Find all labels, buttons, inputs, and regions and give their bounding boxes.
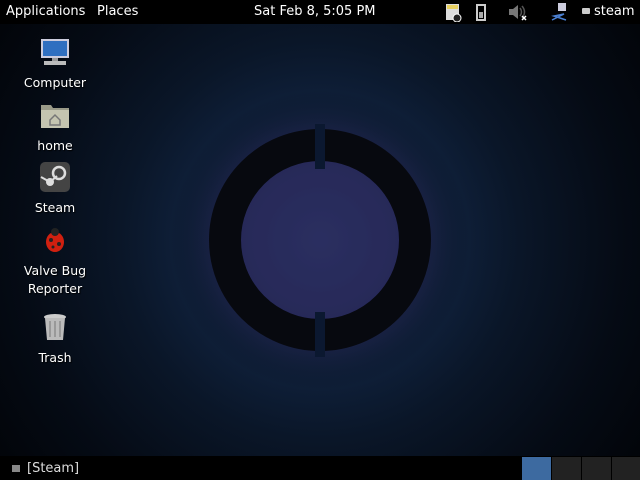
- workspace-4[interactable]: [612, 457, 640, 480]
- clock[interactable]: Sat Feb 8, 5:05 PM: [254, 4, 376, 19]
- desktop-icon-label: Trash: [38, 350, 72, 365]
- workspace-1[interactable]: [522, 457, 551, 480]
- user-menu[interactable]: steam: [594, 4, 635, 19]
- network-icon[interactable]: [550, 2, 568, 22]
- desktop-icon-trash[interactable]: Trash: [15, 311, 95, 365]
- bottom-panel: [Steam]: [0, 456, 640, 480]
- workspace-2[interactable]: [552, 457, 581, 480]
- trash-icon: [44, 314, 66, 340]
- steam-icon: [40, 162, 70, 192]
- bug-icon: [46, 228, 64, 252]
- desktop-icon-label: home: [37, 138, 73, 153]
- desktop-icon-steam[interactable]: Steam: [15, 161, 95, 215]
- workspace-3[interactable]: [582, 457, 611, 480]
- volume-muted-icon[interactable]: [507, 2, 529, 22]
- desktop-icon-computer[interactable]: Computer: [15, 36, 95, 90]
- desktop-icon-home[interactable]: home: [15, 99, 95, 153]
- top-panel: Applications Places Sat Feb 8, 5:05 PM s…: [0, 0, 640, 24]
- desktop-icon-label: Steam: [34, 200, 76, 215]
- places-menu[interactable]: Places: [97, 4, 138, 19]
- notes-icon[interactable]: [443, 2, 463, 22]
- desktop-icon-label: Computer: [23, 75, 87, 90]
- window-icon: [12, 465, 20, 472]
- desktop-icon-label: Reporter: [27, 281, 83, 296]
- applications-menu[interactable]: Applications: [6, 4, 85, 19]
- desktop-icon-label: Valve Bug: [23, 263, 87, 278]
- computer-icon: [41, 39, 69, 65]
- battery-icon[interactable]: [474, 2, 488, 22]
- home-folder-icon: [41, 105, 69, 128]
- desktop-icon-valve-bug-reporter[interactable]: Valve Bug Reporter: [15, 224, 95, 296]
- desktop[interactable]: Computer home Steam Valve Bug Reporter T…: [0, 24, 640, 456]
- steamos-logo: [170, 90, 470, 390]
- chat-icon: [582, 8, 590, 14]
- taskbar-window-steam[interactable]: [Steam]: [27, 461, 79, 476]
